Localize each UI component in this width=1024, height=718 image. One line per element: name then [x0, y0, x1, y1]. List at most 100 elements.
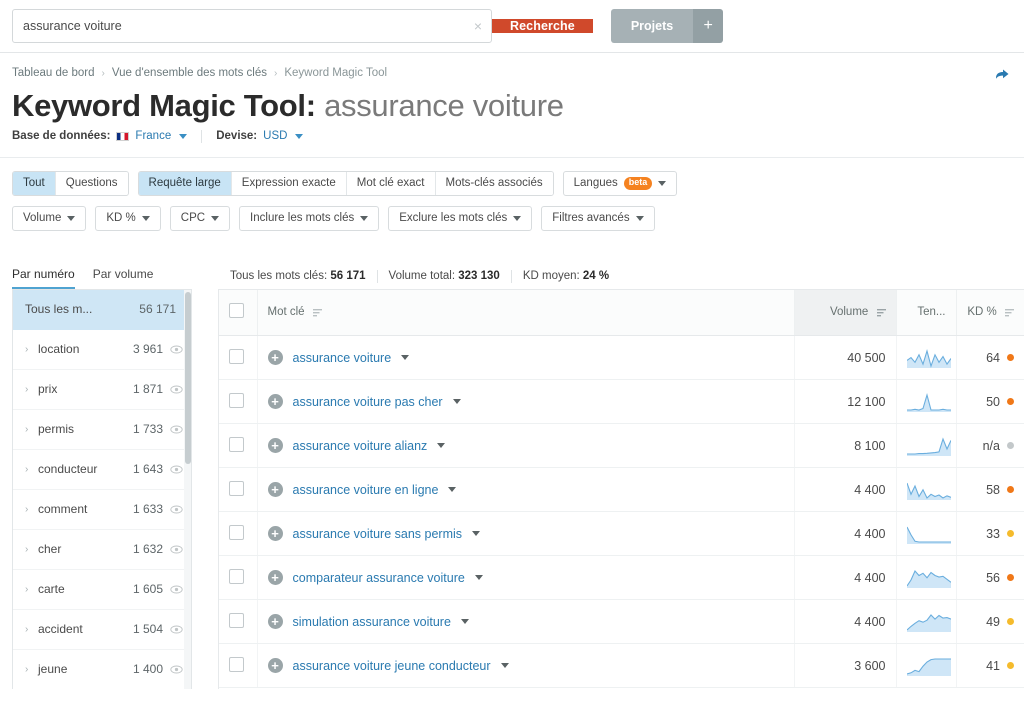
projects-button[interactable]: Projets [610, 9, 694, 43]
tab-par-volume[interactable]: Par volume [93, 267, 154, 289]
header-kd[interactable]: KD % [956, 289, 1024, 337]
chevron-right-icon[interactable]: › [25, 464, 38, 475]
search-input[interactable] [13, 10, 465, 42]
chevron-down-icon[interactable] [437, 443, 446, 449]
database-value[interactable]: France [135, 130, 171, 142]
chevron-right-icon[interactable]: › [25, 504, 38, 515]
chevron-down-icon[interactable] [452, 399, 461, 405]
table-row[interactable]: + assurance voiture alianz 8 100 n/a [219, 423, 1024, 469]
search-button[interactable]: Recherche [492, 19, 593, 33]
tab-mots-cles-associes[interactable]: Mots-clés associés [435, 171, 553, 195]
row-checkbox[interactable] [229, 348, 244, 364]
row-checkbox[interactable] [229, 524, 244, 540]
sidebar-item-all-keywords[interactable]: Tous les m... 56 171 [13, 289, 191, 330]
row-checkbox[interactable] [229, 612, 244, 628]
eye-icon[interactable] [170, 663, 183, 676]
chevron-right-icon[interactable]: › [25, 544, 38, 555]
chevron-right-icon[interactable]: › [25, 664, 38, 675]
add-keyword-icon[interactable]: + [267, 438, 283, 454]
table-row[interactable]: + assurance voiture 40 500 64 [219, 335, 1024, 381]
row-checkbox[interactable] [229, 656, 244, 672]
tab-questions[interactable]: Questions [55, 171, 128, 195]
filter-exclude-keywords-dropdown[interactable]: Exclure les mots clés [388, 205, 533, 231]
header-keyword[interactable]: Mot clé [257, 289, 795, 337]
tab-requete-large[interactable]: Requête large [138, 171, 232, 195]
sidebar-item-permis[interactable]: › permis 1 733 [13, 410, 191, 450]
breadcrumb-item-dashboard[interactable]: Tableau de bord [12, 67, 94, 79]
currency-value[interactable]: USD [263, 130, 287, 142]
add-keyword-icon[interactable]: + [267, 570, 283, 586]
table-row[interactable]: + assurance voiture jeune conducteur 3 600… [219, 643, 1024, 689]
chevron-right-icon[interactable]: › [25, 344, 38, 355]
keyword-link[interactable]: assurance voiture jeune conducteur [293, 659, 491, 673]
sidebar-item-cher[interactable]: › cher 1 632 [13, 530, 191, 570]
clear-search-icon[interactable]: × [465, 10, 491, 42]
table-row[interactable]: + comparateur assurance voiture 4 400 56 [219, 555, 1024, 601]
row-checkbox[interactable] [229, 436, 244, 452]
add-project-button[interactable]: + [693, 9, 724, 43]
breadcrumb-item-keyword-overview[interactable]: Vue d'ensemble des mots clés [112, 67, 267, 79]
share-icon[interactable] [994, 67, 1010, 83]
keyword-link[interactable]: assurance voiture sans permis [293, 527, 463, 541]
keyword-link[interactable]: assurance voiture en ligne [293, 483, 439, 497]
keyword-link[interactable]: simulation assurance voiture [293, 615, 451, 629]
sidebar-item-conducteur[interactable]: › conducteur 1 643 [13, 450, 191, 490]
add-keyword-icon[interactable]: + [267, 350, 283, 366]
add-keyword-icon[interactable]: + [267, 394, 283, 410]
eye-icon[interactable] [170, 503, 183, 516]
add-keyword-icon[interactable]: + [267, 526, 283, 542]
row-checkbox[interactable] [229, 392, 244, 408]
chevron-down-icon[interactable] [448, 487, 457, 493]
filter-include-keywords-dropdown[interactable]: Inclure les mots clés [239, 205, 380, 231]
tab-mot-cle-exact[interactable]: Mot clé exact [346, 171, 436, 195]
table-row[interactable]: + assurance voiture pas cher 12 100 50 [219, 379, 1024, 425]
tab-tout[interactable]: Tout [13, 171, 56, 195]
row-checkbox[interactable] [229, 568, 244, 584]
chevron-right-icon[interactable]: › [25, 584, 38, 595]
chevron-down-icon[interactable] [500, 663, 509, 669]
table-row[interactable]: + assurance voiture en ligne 4 400 58 [219, 467, 1024, 513]
eye-icon[interactable] [170, 623, 183, 636]
filter-advanced-dropdown[interactable]: Filtres avancés [541, 205, 655, 231]
chevron-down-icon[interactable] [401, 355, 410, 361]
filter-volume-dropdown[interactable]: Volume [12, 205, 87, 231]
table-row[interactable]: + assurance voiture sans permis 4 400 33 [219, 511, 1024, 557]
filter-kd-dropdown[interactable]: KD % [95, 205, 161, 231]
header-trend[interactable]: Ten... [896, 289, 957, 337]
chevron-right-icon[interactable]: › [25, 384, 38, 395]
add-keyword-icon[interactable]: + [267, 482, 283, 498]
keyword-link[interactable]: assurance voiture pas cher [293, 395, 443, 409]
eye-icon[interactable] [170, 583, 183, 596]
chevron-down-icon[interactable] [472, 531, 481, 537]
languages-dropdown[interactable]: Langues beta [562, 170, 678, 196]
chevron-right-icon[interactable]: › [25, 424, 38, 435]
select-all-checkbox[interactable] [229, 303, 244, 319]
header-volume[interactable]: Volume [794, 289, 897, 337]
add-keyword-icon[interactable]: + [267, 614, 283, 630]
keyword-link[interactable]: comparateur assurance voiture [293, 571, 465, 585]
chevron-down-icon[interactable] [179, 133, 188, 139]
row-checkbox[interactable] [229, 480, 244, 496]
chevron-right-icon[interactable]: › [25, 624, 38, 635]
chevron-down-icon[interactable] [474, 575, 483, 581]
chevron-down-icon[interactable] [460, 619, 469, 625]
tab-par-numero[interactable]: Par numéro [12, 267, 75, 289]
eye-icon[interactable] [170, 423, 183, 436]
eye-icon[interactable] [170, 383, 183, 396]
sidebar-scrollbar-thumb[interactable] [184, 291, 191, 464]
filter-cpc-dropdown[interactable]: CPC [169, 205, 231, 231]
tab-expression-exacte[interactable]: Expression exacte [231, 171, 347, 195]
keyword-link[interactable]: assurance voiture alianz [293, 439, 428, 453]
sidebar-item-accident[interactable]: › accident 1 504 [13, 610, 191, 650]
eye-icon[interactable] [170, 343, 183, 356]
table-row[interactable]: + simulation assurance voiture 4 400 49 [219, 599, 1024, 645]
sidebar-scrollbar-track[interactable] [184, 289, 191, 689]
eye-icon[interactable] [170, 543, 183, 556]
keyword-link[interactable]: assurance voiture [293, 351, 392, 365]
chevron-down-icon[interactable] [295, 133, 304, 139]
add-keyword-icon[interactable]: + [267, 658, 283, 674]
sidebar-item-prix[interactable]: › prix 1 871 [13, 370, 191, 410]
sidebar-item-carte[interactable]: › carte 1 605 [13, 570, 191, 610]
sidebar-item-location[interactable]: › location 3 961 [13, 330, 191, 370]
sidebar-item-comment[interactable]: › comment 1 633 [13, 490, 191, 530]
